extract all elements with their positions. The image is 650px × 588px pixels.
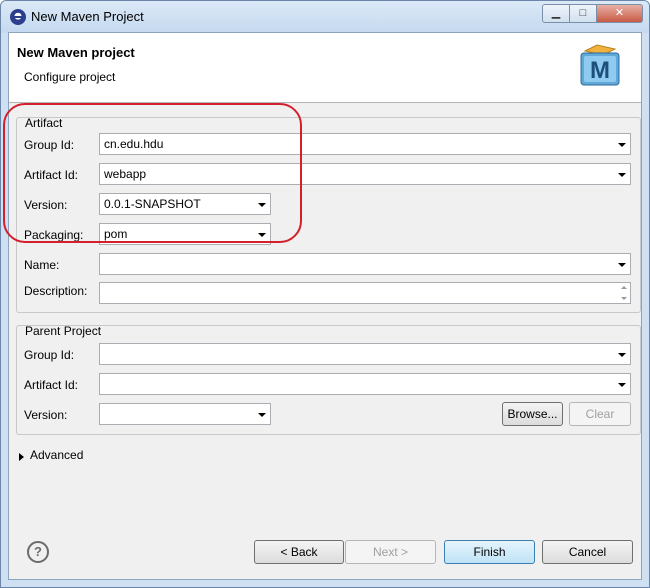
chevron-down-icon[interactable]: [618, 143, 626, 147]
close-button[interactable]: ✕: [597, 4, 643, 23]
version-label: Version:: [24, 198, 68, 212]
expand-arrow-icon[interactable]: [19, 453, 24, 461]
artifact-id-label: Artifact Id:: [24, 168, 79, 182]
packaging-select[interactable]: pom: [99, 223, 271, 245]
svg-text:M: M: [590, 57, 610, 84]
parent-artifact-id-field[interactable]: [99, 373, 631, 395]
title-bar[interactable]: New Maven Project ▁ □ ✕: [1, 1, 649, 33]
maven-logo-icon: M: [580, 44, 620, 86]
wizard-subtitle: Configure project: [24, 70, 116, 84]
artifact-id-value: webapp: [104, 167, 147, 181]
chevron-down-icon[interactable]: [258, 233, 266, 237]
chevron-down-icon[interactable]: [258, 203, 266, 207]
group-id-label: Group Id:: [24, 138, 75, 152]
description-textarea[interactable]: [99, 282, 631, 304]
wizard-header: New Maven project Configure project M: [9, 33, 641, 103]
browse-button[interactable]: Browse...: [502, 402, 563, 426]
scroll-down-icon[interactable]: [621, 297, 627, 300]
artifact-group-label: Artifact: [25, 116, 63, 130]
cancel-button[interactable]: Cancel: [542, 540, 633, 564]
advanced-toggle[interactable]: Advanced: [30, 448, 83, 462]
parent-group-id-field[interactable]: [99, 343, 631, 365]
name-label: Name:: [24, 258, 60, 272]
chevron-down-icon[interactable]: [618, 173, 626, 177]
new-maven-project-window: New Maven Project ▁ □ ✕ New Maven projec…: [0, 0, 650, 588]
parent-group-id-label: Group Id:: [24, 348, 75, 362]
eclipse-icon: [10, 9, 26, 25]
clear-button[interactable]: Clear: [569, 402, 631, 426]
name-field[interactable]: [99, 253, 631, 275]
dialog-body: New Maven project Configure project M Ar…: [3, 32, 642, 580]
version-value: 0.0.1-SNAPSHOT: [104, 197, 201, 211]
chevron-down-icon[interactable]: [618, 263, 626, 267]
window-title: New Maven Project: [31, 9, 144, 24]
maximize-button[interactable]: □: [570, 4, 597, 23]
next-button[interactable]: Next >: [345, 540, 436, 564]
back-button[interactable]: < Back: [254, 540, 344, 564]
help-icon[interactable]: ?: [27, 541, 49, 563]
group-id-field[interactable]: cn.edu.hdu: [99, 133, 631, 155]
wizard-title: New Maven project: [17, 45, 135, 60]
artifact-group: Artifact Group Id: cn.edu.hdu Artifact I…: [16, 116, 641, 313]
parent-version-field[interactable]: [99, 403, 271, 425]
chevron-down-icon[interactable]: [618, 383, 626, 387]
finish-button[interactable]: Finish: [444, 540, 535, 564]
version-field[interactable]: 0.0.1-SNAPSHOT: [99, 193, 271, 215]
chevron-down-icon[interactable]: [618, 353, 626, 357]
description-label: Description:: [24, 284, 88, 298]
parent-version-label: Version:: [24, 408, 68, 422]
chevron-down-icon[interactable]: [258, 413, 266, 417]
packaging-value: pom: [104, 227, 128, 241]
parent-project-group-label: Parent Project: [25, 324, 102, 338]
packaging-label: Packaging:: [24, 228, 84, 242]
artifact-id-field[interactable]: webapp: [99, 163, 631, 185]
minimize-button[interactable]: ▁: [542, 4, 570, 23]
group-id-value: cn.edu.hdu: [104, 137, 164, 151]
parent-project-group: Parent Project Group Id: Artifact Id: Ve…: [16, 324, 641, 435]
parent-artifact-id-label: Artifact Id:: [24, 378, 79, 392]
scroll-up-icon[interactable]: [621, 286, 627, 289]
